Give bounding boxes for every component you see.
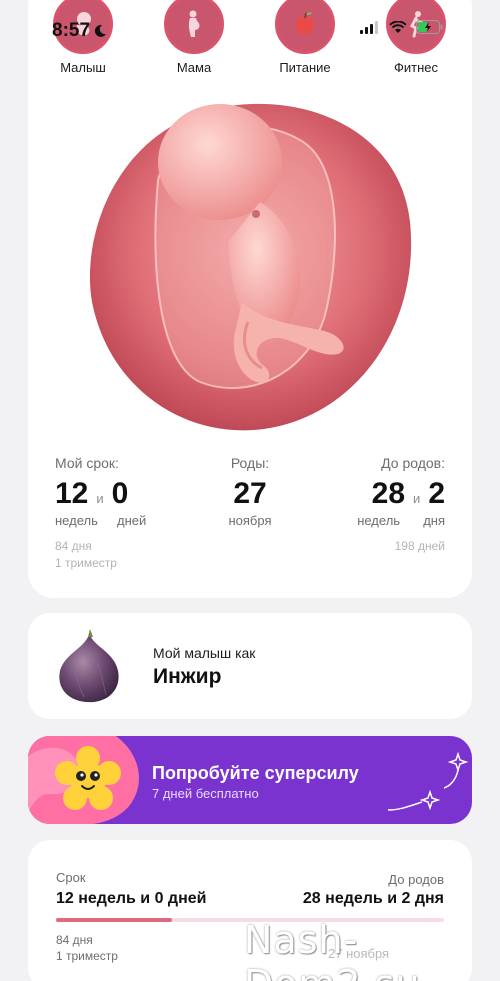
my-term-values: 12 и 0 (55, 477, 205, 511)
term-units: недель дней (55, 513, 205, 528)
birth-month: ноября (228, 513, 272, 528)
promo-subtitle: 7 дней бесплатно (152, 786, 259, 801)
baby-size-fruit-name: Инжир (153, 665, 222, 688)
term-weeks-unit: недель (55, 513, 98, 528)
status-icons (360, 20, 444, 34)
baby-size-card[interactable]: Мой малыш как Инжир (28, 613, 472, 719)
fig-fruit-image (59, 629, 119, 703)
term-weeks-value: 12 (55, 477, 89, 510)
summary-term-value: 12 недель и 0 дней (56, 890, 207, 907)
superpower-promo-banner[interactable]: Попробуйте суперсилу 7 дней бесплатно (28, 736, 472, 824)
my-term-column: Мой срок: 12 и 0 недель дней 84 дня 1 тр… (55, 455, 205, 572)
status-bar: 8:57 (0, 0, 500, 52)
until-and-text: и (413, 491, 421, 506)
summary-until-value: 28 недель и 2 дня (302, 890, 444, 907)
term-days-unit: дней (117, 513, 147, 528)
watermark-text: Nash-Dom2.su (244, 918, 420, 981)
summary-until-label: До родов (388, 872, 444, 887)
my-term-title: Мой срок: (55, 455, 119, 471)
until-birth-title: До родов: (381, 455, 445, 471)
term-total-days: 84 дня (55, 539, 92, 553)
birth-values: 27 (200, 477, 300, 511)
term-trimester: 1 триместр (55, 556, 117, 570)
embryo-illustration[interactable] (80, 92, 422, 434)
until-weeks-unit: недель (357, 513, 401, 528)
term-and-text: и (96, 491, 104, 506)
cellular-signal-icon (360, 20, 378, 34)
promo-title: Попробуйте суперсилу (152, 763, 359, 783)
wifi-icon (389, 20, 407, 33)
until-days-unit: дня (423, 513, 445, 528)
moon-icon (94, 24, 107, 37)
battery-charging-icon (416, 20, 443, 34)
flower-mascot-icon (28, 736, 139, 824)
tab-fitness-label: Фитнес (393, 60, 438, 75)
birth-title: Роды: (230, 455, 270, 471)
term-days-value: 0 (111, 477, 129, 510)
birth-day-value: 27 (233, 477, 267, 510)
status-time: 8:57 (52, 20, 107, 42)
summary-trimester: 1 триместр (56, 949, 118, 963)
tab-nutrition-label: Питание (279, 60, 331, 75)
tab-mom-label: Мама (176, 60, 212, 75)
baby-size-subtitle: Мой малыш как (153, 645, 256, 661)
sparkle-icon (387, 752, 469, 811)
summary-days: 84 дня (56, 933, 93, 947)
until-total-days: 198 дней (394, 539, 445, 553)
pregnancy-stats: Мой срок: 12 и 0 недель дней 84 дня 1 тр… (28, 455, 472, 585)
clock-text: 8:57 (52, 20, 91, 41)
tab-baby-label: Малыш (60, 60, 106, 75)
until-units: недель дня (328, 513, 445, 528)
embryo-image (89, 103, 412, 431)
pregnancy-progress-fill (56, 918, 173, 922)
birth-month-row: ноября (200, 513, 300, 528)
birth-column: Роды: 27 ноября (200, 455, 300, 528)
until-birth-values: 28 и 2 (328, 477, 445, 511)
until-weeks-value: 28 (371, 477, 406, 510)
summary-term-label: Срок (56, 870, 86, 885)
until-birth-column: До родов: 28 и 2 недель дня 198 дней (328, 455, 445, 555)
until-days-value: 2 (428, 477, 445, 510)
